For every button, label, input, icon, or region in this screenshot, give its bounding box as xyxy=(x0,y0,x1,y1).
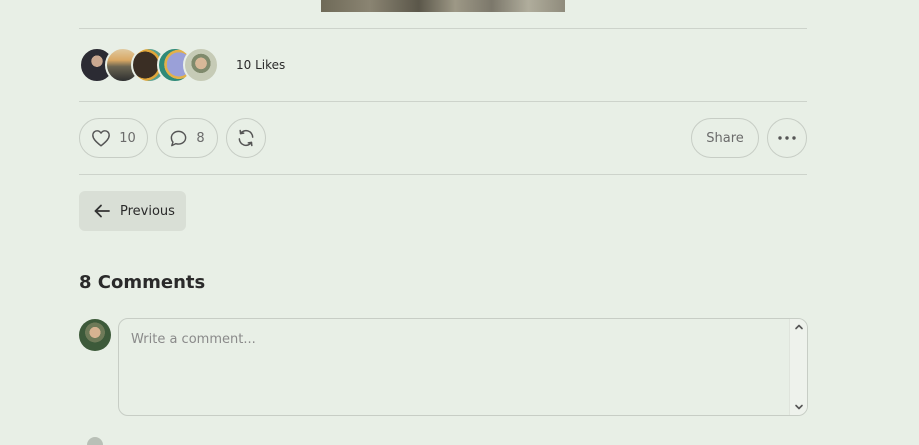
share-button-label: Share xyxy=(706,130,744,146)
divider-top xyxy=(79,28,807,29)
avatar[interactable] xyxy=(183,47,219,83)
likers-avatar-group[interactable] xyxy=(79,47,219,83)
arrow-left-icon xyxy=(94,204,110,218)
repost-button[interactable] xyxy=(226,118,266,158)
scroll-up-icon[interactable] xyxy=(793,321,805,333)
repost-icon xyxy=(238,129,254,147)
comment-input-scrollbar[interactable] xyxy=(789,319,807,415)
more-options-button[interactable] xyxy=(767,118,807,158)
comment-count: 8 xyxy=(196,130,205,146)
divider-middle xyxy=(79,101,807,102)
speech-bubble-icon xyxy=(171,130,187,146)
like-button[interactable]: 10 xyxy=(79,118,148,158)
post-actions-bar: 10 8 Share xyxy=(79,118,807,158)
divider-bottom xyxy=(79,174,807,175)
comment-button[interactable]: 8 xyxy=(156,118,218,158)
previous-post-button[interactable]: Previous xyxy=(79,191,186,231)
share-button[interactable]: Share xyxy=(691,118,759,158)
comment-input[interactable] xyxy=(118,318,808,416)
current-user-avatar xyxy=(79,319,111,351)
ellipsis-icon xyxy=(778,136,796,140)
likes-count-label[interactable]: 10 Likes xyxy=(236,58,285,72)
comments-heading: 8 Comments xyxy=(79,272,206,293)
likes-row: 10 Likes xyxy=(79,45,285,85)
heart-icon xyxy=(92,130,111,147)
avatar xyxy=(87,437,103,445)
like-count: 10 xyxy=(119,130,136,146)
scroll-down-icon[interactable] xyxy=(793,401,805,413)
post-image xyxy=(321,0,565,12)
previous-post-label: Previous xyxy=(120,203,175,219)
